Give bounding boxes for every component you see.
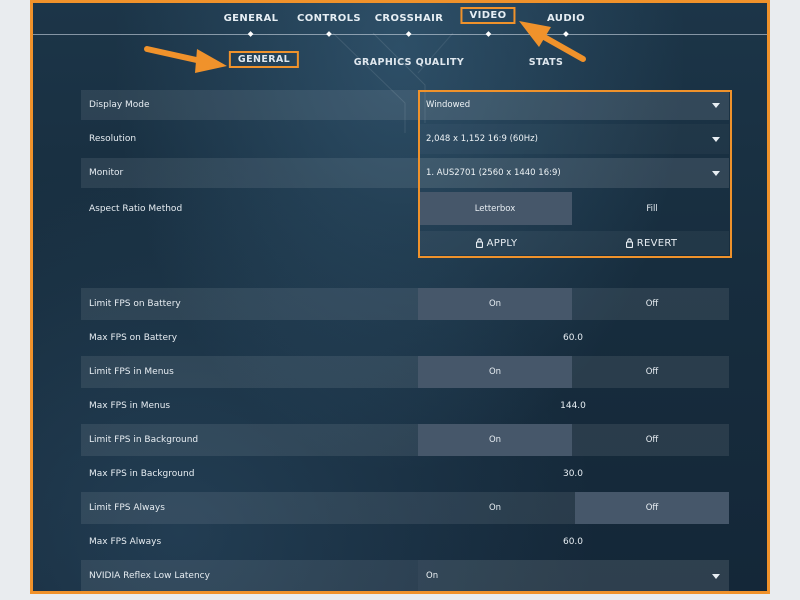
subtab-general[interactable]: GENERAL [228,51,300,68]
setting-label: Resolution [89,134,137,144]
setting-label: Max FPS in Background [89,469,195,479]
caret-down-icon [712,171,720,176]
dropdown-value: Windowed [426,100,471,110]
numeric-value: 144.0 [560,401,586,411]
setting-label: Display Mode [89,100,150,110]
max-fps-background-field[interactable]: 30.0 [418,458,729,490]
letterbox-option[interactable]: Letterbox [418,192,572,225]
setting-label: Limit FPS Always [89,503,165,513]
setting-label: Limit FPS in Menus [89,367,174,377]
on-option[interactable]: On [418,424,572,456]
tab-label: CONTROLS [296,13,362,24]
setting-row-limit-fps-battery: Limit FPS on Battery On Off [81,288,729,320]
off-option[interactable]: Off [575,356,729,388]
on-option[interactable]: On [418,288,572,320]
tab-dot-icon [485,31,491,37]
fill-option[interactable]: Fill [575,192,729,225]
settings-window: GENERAL CONTROLS CROSSHAIR VIDEO AUDIO G… [30,0,770,594]
tab-label: VIDEO [460,7,516,24]
setting-row-monitor: Monitor 1. AUS2701 (2560 x 1440 16:9) [81,158,729,188]
arrow-pointer-icon [144,46,227,73]
setting-label: Limit FPS in Background [89,435,199,445]
revert-button[interactable]: REVERT [574,231,729,255]
setting-row-limit-fps-always: Limit FPS Always On Off [81,492,729,524]
subtab-graphics-quality[interactable]: GRAPHICS QUALITY [354,57,464,68]
revert-label: REVERT [636,237,678,249]
aspect-ratio-toggle: Letterbox Fill [418,192,729,225]
subtab-label: GENERAL [228,51,300,68]
tab-general[interactable]: GENERAL [223,13,279,37]
tab-controls[interactable]: CONTROLS [296,13,362,37]
numeric-value: 60.0 [562,537,584,547]
tab-video[interactable]: VIDEO [460,7,516,37]
setting-row-limit-fps-background: Limit FPS in Background On Off [81,424,729,456]
setting-row-max-fps-menus: Max FPS in Menus 144.0 [81,390,729,422]
tab-label: GENERAL [223,13,279,24]
subtab-label: GRAPHICS QUALITY [353,57,465,68]
off-option[interactable]: Off [575,492,729,524]
caret-down-icon [712,103,720,108]
caret-down-icon [712,137,720,142]
setting-row-resolution: Resolution 2,048 x 1,152 16:9 (60Hz) [81,124,729,154]
setting-label: Aspect Ratio Method [89,203,183,214]
dropdown-value: 1. AUS2701 (2560 x 1440 16:9) [426,168,561,178]
nvidia-reflex-dropdown[interactable]: On [418,560,729,591]
top-navigation: GENERAL CONTROLS CROSSHAIR VIDEO AUDIO [33,3,767,39]
apply-button[interactable]: APPLY [419,231,574,255]
off-option[interactable]: Off [575,288,729,320]
on-option[interactable]: On [418,356,572,388]
resolution-dropdown[interactable]: 2,048 x 1,152 16:9 (60Hz) [418,124,729,154]
limit-fps-battery-toggle: On Off [418,288,729,320]
arrow-pointer-icon [519,21,586,62]
dropdown-value: On [426,571,439,581]
setting-label: Monitor [89,168,124,178]
monitor-dropdown[interactable]: 1. AUS2701 (2560 x 1440 16:9) [418,158,729,188]
lock-icon [625,238,633,248]
max-fps-always-field[interactable]: 60.0 [418,526,729,558]
max-fps-battery-field[interactable]: 60.0 [418,322,729,354]
setting-label: NVIDIA Reflex Low Latency [89,571,210,581]
limit-fps-menus-toggle: On Off [418,356,729,388]
setting-label: Max FPS in Menus [89,401,171,411]
setting-row-display-mode: Display Mode Windowed [81,90,729,120]
max-fps-menus-field[interactable]: 144.0 [418,390,729,422]
setting-label: Max FPS on Battery [89,333,178,343]
limit-fps-background-toggle: On Off [418,424,729,456]
setting-row-nvidia-reflex: NVIDIA Reflex Low Latency On [81,560,729,591]
tab-dot-icon [248,31,254,37]
tab-dot-icon [326,31,332,37]
setting-label: Limit FPS on Battery [89,299,181,309]
setting-row-max-fps-battery: Max FPS on Battery 60.0 [81,322,729,354]
tab-label: CROSSHAIR [374,13,444,24]
limit-fps-always-toggle: On Off [418,492,729,524]
setting-row-max-fps-always: Max FPS Always 60.0 [81,526,729,558]
tab-dot-icon [406,31,412,37]
apply-revert-bar: APPLY REVERT [419,231,729,255]
display-mode-dropdown[interactable]: Windowed [418,90,729,120]
setting-label: Max FPS Always [89,537,162,547]
dropdown-value: 2,048 x 1,152 16:9 (60Hz) [426,134,538,144]
numeric-value: 60.0 [562,333,584,343]
setting-row-limit-fps-menus: Limit FPS in Menus On Off [81,356,729,388]
lock-icon [475,238,483,248]
off-option[interactable]: Off [575,424,729,456]
setting-row-max-fps-background: Max FPS in Background 30.0 [81,458,729,490]
nav-divider [33,34,767,35]
setting-row-aspect-ratio: Aspect Ratio Method Letterbox Fill [81,192,729,225]
tab-crosshair[interactable]: CROSSHAIR [374,13,444,37]
apply-label: APPLY [486,237,518,249]
on-option[interactable]: On [418,492,572,524]
caret-down-icon [712,574,720,579]
numeric-value: 30.0 [562,469,584,479]
